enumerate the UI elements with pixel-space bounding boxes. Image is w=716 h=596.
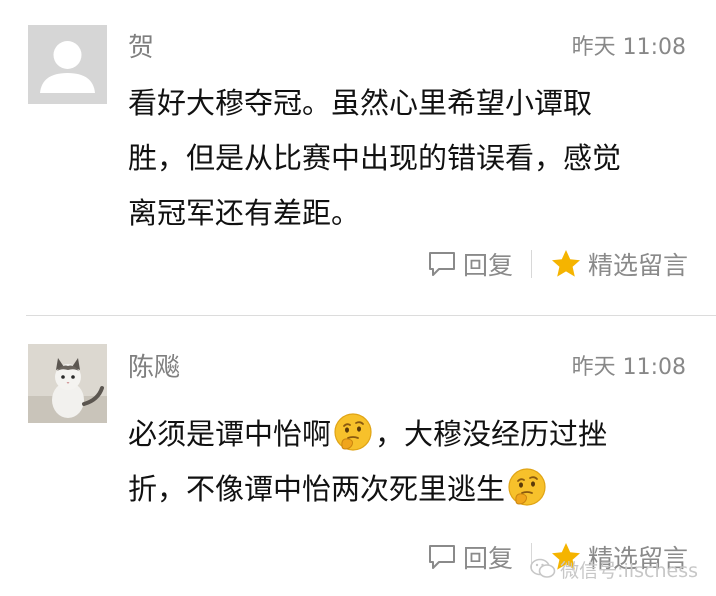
actions-divider: [530, 250, 532, 278]
speech-bubble-icon: [428, 252, 455, 276]
comment-text: 看好大穆夺冠。虽然心里希望小谭取 胜，但是从比赛中出现的错误看，感觉 离冠军还有…: [128, 76, 688, 241]
wechat-watermark: 微信号:ilschess: [530, 554, 698, 584]
cat-photo: [28, 344, 107, 423]
comment-divider: [26, 315, 716, 316]
comment-text-segment: ，大穆没经历过挫: [375, 417, 608, 451]
comment-line: 看好大穆夺冠。虽然心里希望小谭取: [128, 86, 593, 120]
comment-line: 离冠军还有差距。: [128, 196, 361, 230]
comment-text-segment: 折，不像谭中怡两次死里逃生: [128, 472, 506, 506]
comment-line: 折，不像谭中怡两次死里逃生: [128, 462, 688, 517]
comment-line: 胜，但是从比赛中出现的错误看，感觉: [128, 141, 622, 175]
comment-time: 昨天 11:08: [571, 355, 686, 380]
star-icon: [551, 250, 580, 277]
reply-button[interactable]: 回复: [427, 246, 513, 282]
thinking-face-emoji: [334, 413, 372, 451]
comments-page: 贺 昨天 11:08 看好大穆夺冠。虽然心里希望小谭取 胜，但是从比赛中出现的错…: [0, 0, 716, 596]
reply-button[interactable]: 回复: [427, 539, 513, 575]
comment-line: 必须是谭中怡啊 ，大穆没经历过挫: [128, 407, 688, 462]
comment-text: 必须是谭中怡啊 ，大穆没经历过挫 折，不像谭中怡两次死里逃生: [128, 407, 688, 517]
thinking-face-emoji: [508, 468, 546, 506]
featured-label: 精选留言: [587, 251, 688, 280]
default-user-icon: [28, 25, 107, 104]
comment-actions: 回复 精选留言: [427, 244, 688, 284]
comment-text-segment: 必须是谭中怡啊: [128, 417, 332, 451]
commenter-name[interactable]: 陈飚: [128, 352, 180, 384]
commenter-name[interactable]: 贺: [128, 32, 154, 64]
speech-bubble-icon: [428, 545, 455, 569]
wechat-logo-icon: [530, 558, 556, 578]
comment-time: 昨天 11:08: [571, 35, 686, 60]
avatar[interactable]: [28, 344, 107, 423]
reply-label: 回复: [462, 544, 513, 573]
reply-label: 回复: [462, 251, 513, 280]
avatar[interactable]: [28, 25, 107, 104]
featured-comment-button[interactable]: 精选留言: [550, 246, 688, 282]
watermark-text: 微信号:ilschess: [560, 559, 698, 582]
comment-item: 贺 昨天 11:08 看好大穆夺冠。虽然心里希望小谭取 胜，但是从比赛中出现的错…: [0, 0, 716, 316]
